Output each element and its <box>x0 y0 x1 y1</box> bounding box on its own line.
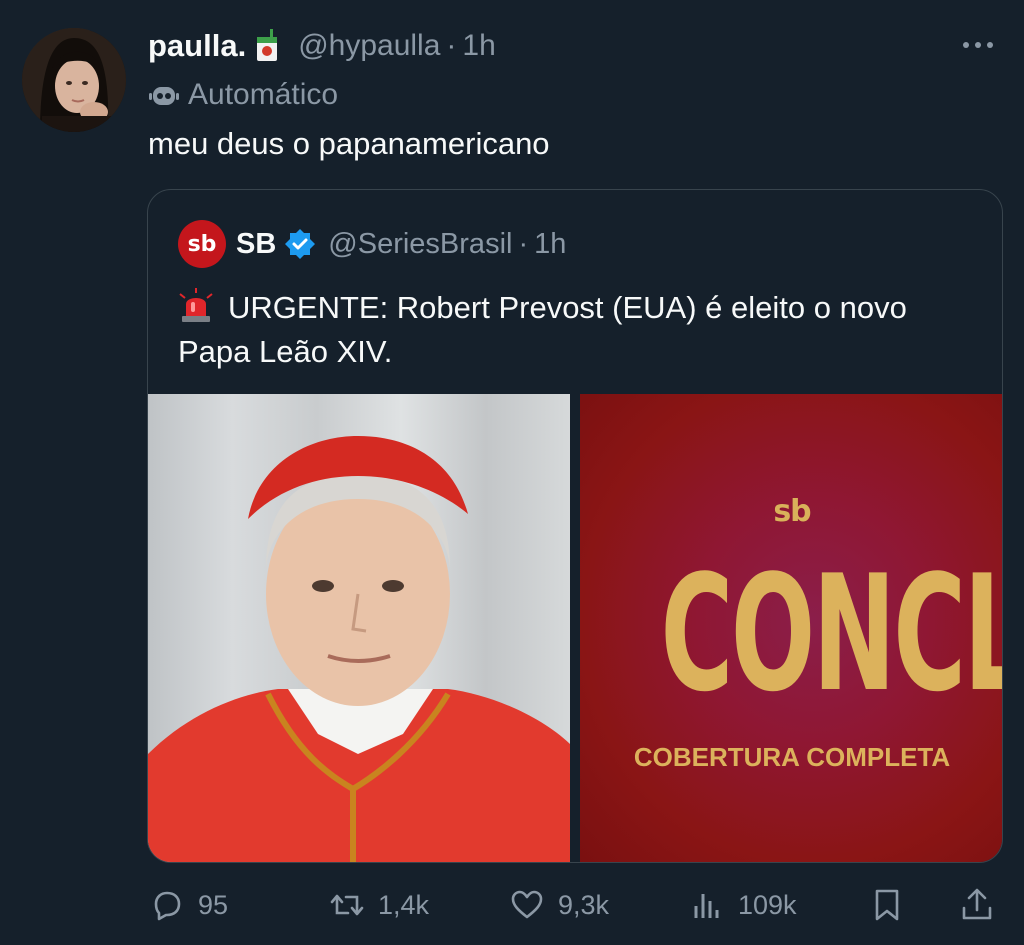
share-button[interactable] <box>958 880 1008 930</box>
cardinal-portrait-image[interactable] <box>148 394 570 862</box>
quoted-avatar[interactable]: sb <box>178 220 226 268</box>
automated-badge[interactable]: Automático <box>148 76 338 114</box>
quoted-tweet[interactable]: sb SB @SeriesBrasil · 1h URGENTE: Robert… <box>147 189 1003 863</box>
conclave-title: CONCLAVE <box>660 540 1002 727</box>
views-button[interactable]: 109k <box>688 880 797 930</box>
views-chart-icon <box>694 894 719 918</box>
author-handle[interactable]: @hypaulla <box>298 29 440 63</box>
reply-icon <box>154 891 181 921</box>
bot-icon <box>148 79 180 111</box>
like-button[interactable]: 9,3k <box>508 880 609 930</box>
quoted-author-handle[interactable]: @SeriesBrasil <box>328 228 512 261</box>
avatar-image <box>22 28 126 132</box>
tweet[interactable]: paulla. @hypaulla · 1h Automático meu de… <box>0 0 1024 945</box>
tweet-text: meu deus o papanamericano <box>148 126 550 161</box>
quoted-tweet-text: URGENTE: Robert Prevost (EUA) é eleito o… <box>178 286 978 374</box>
reply-button[interactable]: 95 <box>148 880 228 930</box>
ellipsis-icon[interactable] <box>958 30 998 60</box>
share-icon <box>962 888 992 920</box>
quoted-timestamp[interactable]: 1h <box>534 228 566 261</box>
bookmark-button[interactable] <box>868 880 918 930</box>
tweet-header: paulla. @hypaulla · 1h <box>148 24 1004 68</box>
views-count: 109k <box>738 889 797 920</box>
separator-dot: · <box>446 29 457 62</box>
quoted-author-name[interactable]: SB <box>236 228 276 261</box>
cardinal-portrait <box>148 436 570 862</box>
action-bar: 95 1,4k 9,3k 109k <box>148 880 1004 930</box>
conclave-logo: sb <box>773 494 811 529</box>
quoted-text-content: URGENTE: Robert Prevost (EUA) é eleito o… <box>178 290 907 369</box>
author-name[interactable]: paulla. <box>148 28 246 64</box>
avatar[interactable] <box>22 28 126 132</box>
reply-count: 95 <box>198 889 229 920</box>
retweet-button[interactable]: 1,4k <box>328 880 429 930</box>
police-siren-icon <box>178 288 214 324</box>
separator-dot: · <box>518 227 529 260</box>
retweet-count: 1,4k <box>378 889 430 920</box>
conclave-subtitle: COBERTURA COMPLETA <box>633 742 951 772</box>
quoted-tweet-header: sb SB @SeriesBrasil · 1h <box>178 220 566 268</box>
conclave-image[interactable]: sb CONCLAVE COBERTURA COMPLETA <box>580 394 1002 862</box>
juice-box-icon <box>254 29 280 63</box>
media-divider <box>570 394 580 862</box>
retweet-icon <box>330 894 364 916</box>
quoted-media: sb CONCLAVE COBERTURA COMPLETA <box>148 394 1002 862</box>
like-count: 9,3k <box>558 889 610 920</box>
bookmark-icon <box>875 889 899 921</box>
heart-icon <box>511 890 543 919</box>
verified-badge-icon <box>284 228 316 260</box>
automated-label: Automático <box>188 78 339 111</box>
timestamp[interactable]: 1h <box>462 29 495 63</box>
